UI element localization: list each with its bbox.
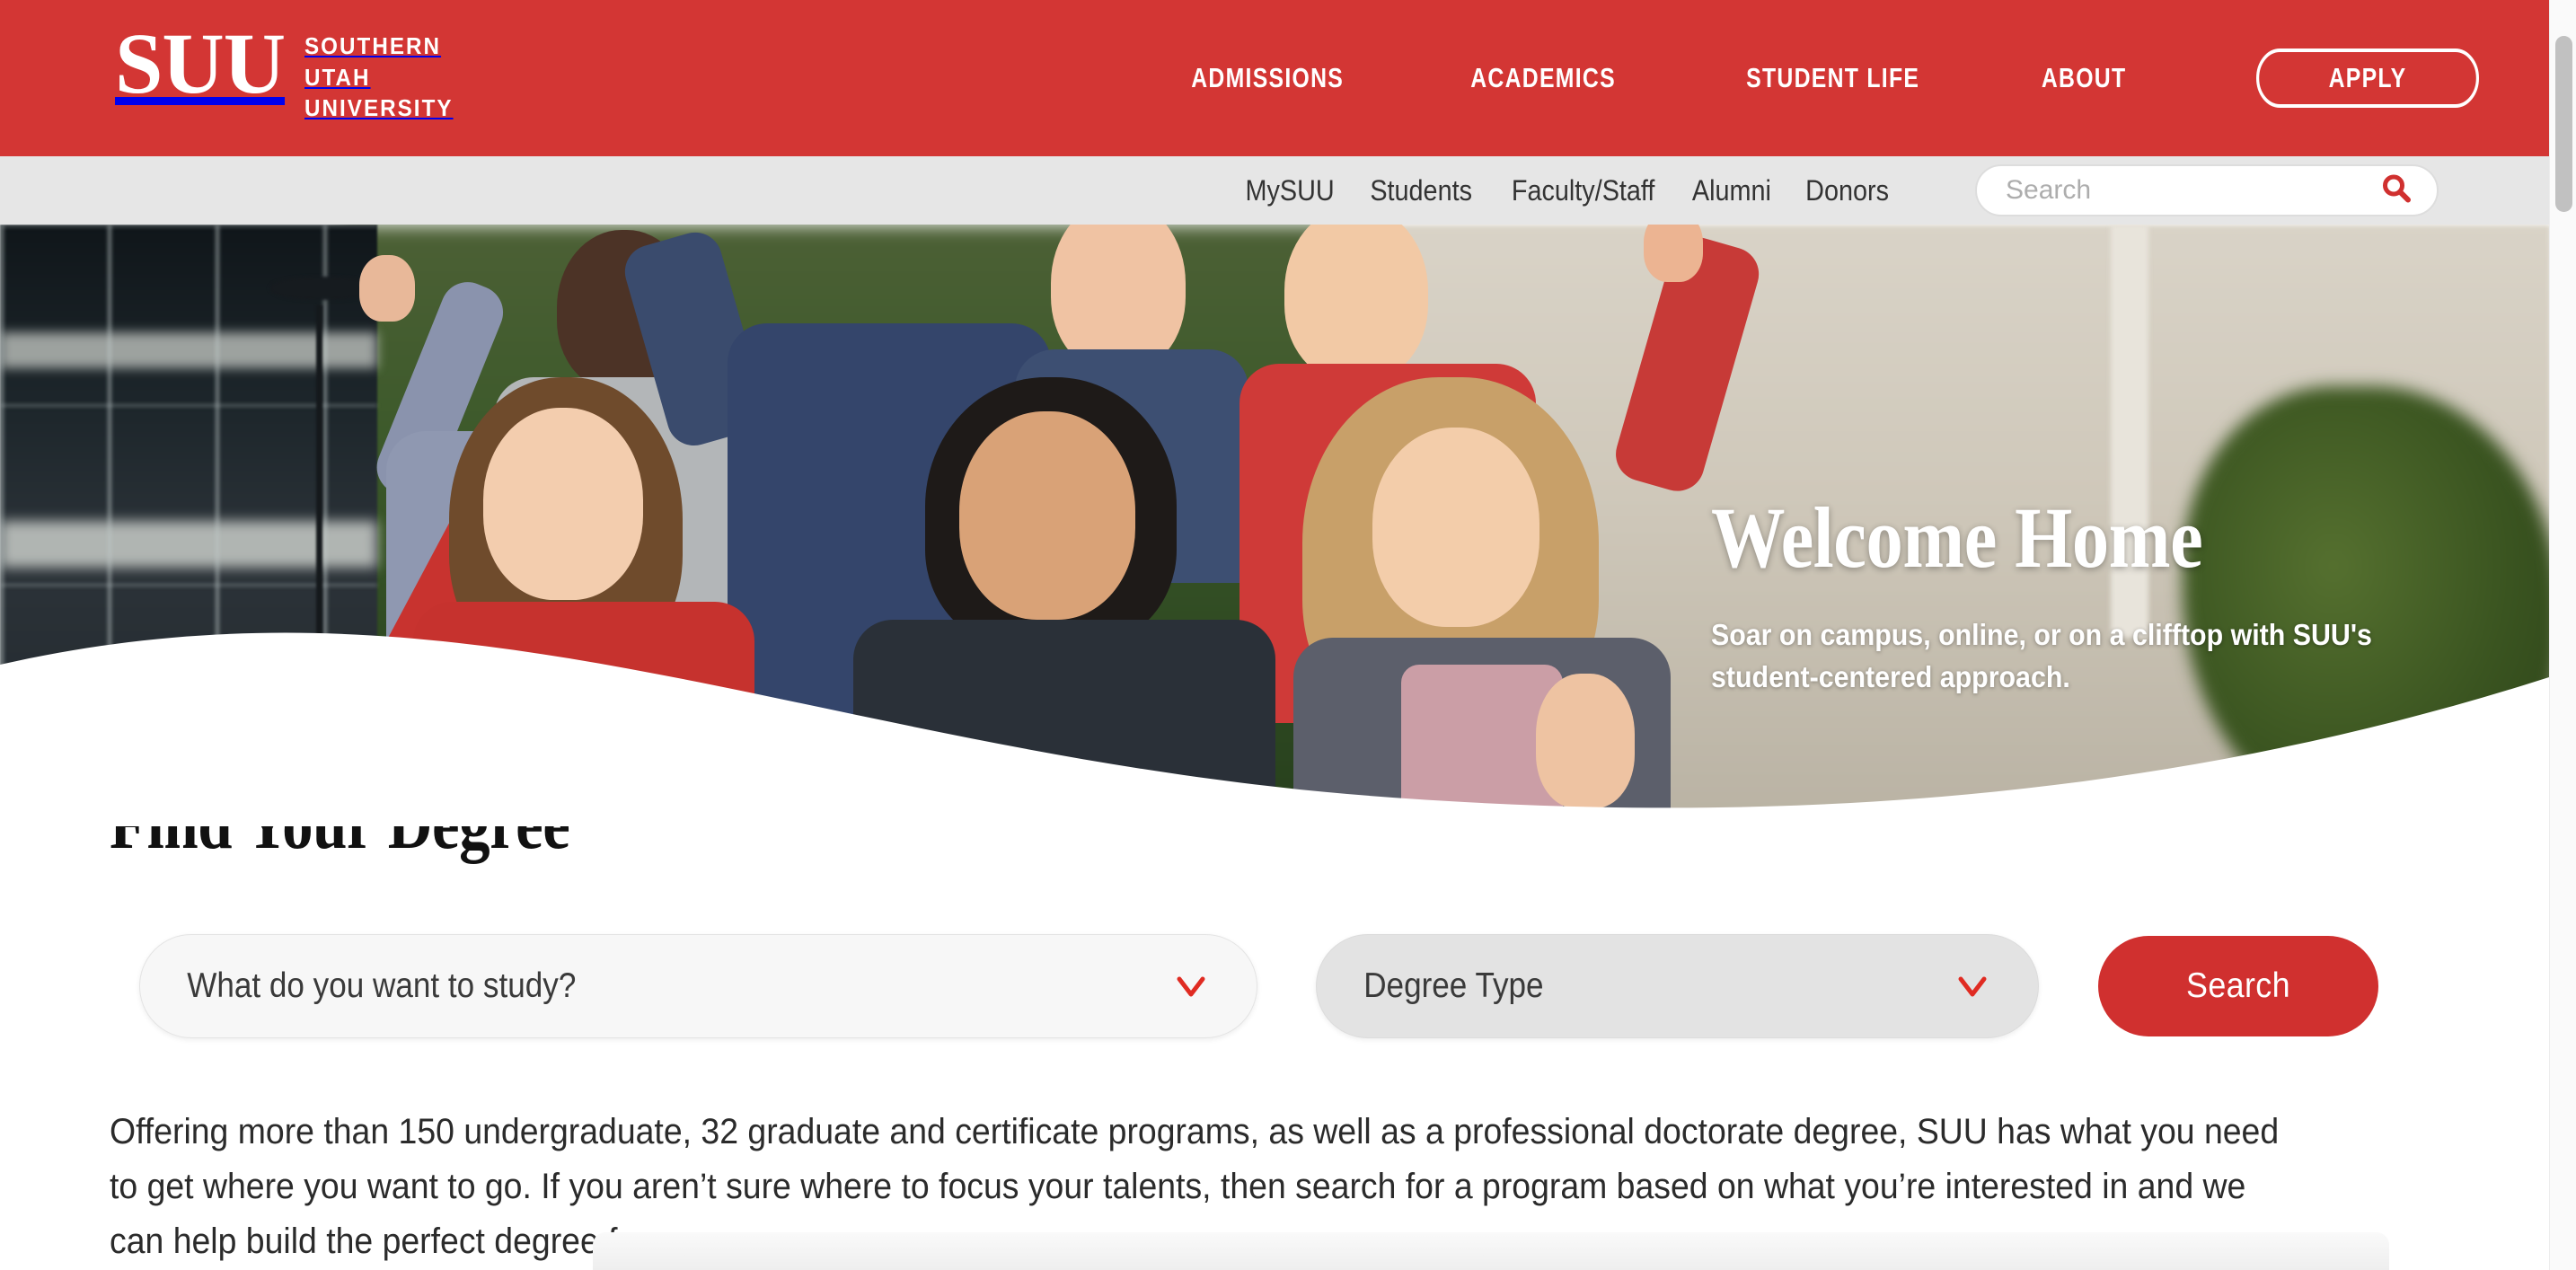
logo-wordmark: SOUTHERN UTAH UNIVERSITY [304, 31, 464, 124]
chevron-down-icon[interactable] [1957, 971, 1988, 1001]
nav-item-about[interactable]: ABOUT [2006, 62, 2163, 94]
degree-type-select[interactable]: Degree Type [1316, 934, 2039, 1038]
utility-nav: MySUU Students Faculty/Staff Alumni Dono… [1228, 174, 1906, 207]
scrollbar-thumb[interactable] [2555, 36, 2572, 212]
hero-banner: Welcome Home Soar on campus, online, or … [0, 225, 2549, 826]
nav-item-academics[interactable]: ACADEMICS [1435, 62, 1653, 94]
nav-item-admissions[interactable]: ADMISSIONS [1155, 62, 1380, 94]
degree-search-button[interactable]: Search [2098, 936, 2378, 1036]
apply-button[interactable]: APPLY [2256, 49, 2480, 108]
utility-link-donors[interactable]: Donors [1794, 174, 1900, 207]
search-input[interactable] [1977, 175, 2336, 206]
utility-bar: MySUU Students Faculty/Staff Alumni Dono… [0, 156, 2549, 225]
next-section-card [593, 1232, 2389, 1270]
site-search[interactable] [1975, 164, 2439, 216]
subject-select-label: What do you want to study? [187, 966, 577, 1005]
suu-logo[interactable]: SUU SOUTHERN UTAH UNIVERSITY [115, 15, 464, 124]
degree-search-button-label: Search [2186, 966, 2290, 1005]
nav-item-student-life[interactable]: STUDENT LIFE [1710, 62, 1955, 94]
primary-nav: ADMISSIONS ACADEMICS STUDENT LIFE ABOUT … [1127, 0, 2507, 156]
utility-link-alumni[interactable]: Alumni [1681, 174, 1782, 207]
hero-text-block: Welcome Home Soar on campus, online, or … [1711, 494, 2501, 699]
utility-link-mysuu[interactable]: MySUU [1234, 174, 1345, 207]
site-header: SUU SOUTHERN UTAH UNIVERSITY ADMISSIONS … [0, 0, 2549, 156]
degree-search-form: What do you want to study? Degree Type S… [139, 934, 2378, 1038]
subject-select[interactable]: What do you want to study? [139, 934, 1257, 1038]
browser-viewport: SUU SOUTHERN UTAH UNIVERSITY ADMISSIONS … [0, 0, 2549, 1270]
chevron-down-icon[interactable] [1176, 971, 1206, 1001]
logo-mark-text: SUU [115, 15, 286, 111]
logo-word-southern: SOUTHERN [304, 32, 442, 59]
hero-title: Welcome Home [1711, 489, 2203, 586]
logo-word-university: UNIVERSITY [304, 94, 454, 122]
page-root: SUU SOUTHERN UTAH UNIVERSITY ADMISSIONS … [0, 0, 2576, 1270]
logo-word-utah: UTAH [304, 63, 371, 91]
utility-link-students[interactable]: Students [1359, 174, 1484, 207]
page-scrollbar[interactable] [2549, 0, 2576, 1270]
degree-type-select-label: Degree Type [1363, 966, 1544, 1005]
search-icon[interactable] [2381, 173, 2412, 208]
utility-link-faculty-staff[interactable]: Faculty/Staff [1500, 174, 1666, 207]
hero-subtitle: Soar on campus, online, or on a clifftop… [1711, 617, 2372, 693]
